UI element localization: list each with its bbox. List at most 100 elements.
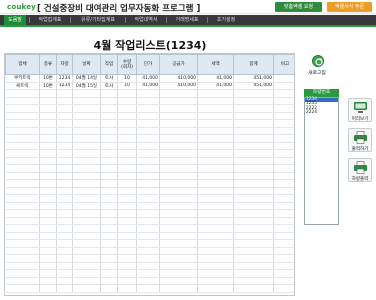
table-cell[interactable] <box>39 164 57 173</box>
table-cell[interactable] <box>136 149 160 158</box>
table-cell[interactable] <box>233 232 274 240</box>
table-cell[interactable] <box>56 134 73 143</box>
table-cell[interactable] <box>39 254 57 263</box>
table-cell[interactable] <box>72 127 101 135</box>
table-cell[interactable]: 41,000 <box>197 74 234 83</box>
table-cell[interactable] <box>100 254 118 263</box>
table-cell[interactable] <box>273 127 294 135</box>
table-cell[interactable] <box>117 149 137 158</box>
table-cell[interactable] <box>273 157 294 165</box>
table-cell[interactable] <box>159 202 198 210</box>
table-cell[interactable] <box>233 247 274 255</box>
table-cell[interactable]: 41,000 <box>136 82 160 90</box>
table-cell[interactable] <box>117 134 137 143</box>
table-cell[interactable] <box>136 179 160 188</box>
table-cell[interactable] <box>72 157 101 165</box>
table-cell[interactable] <box>159 194 198 203</box>
table-cell[interactable] <box>117 277 137 285</box>
table-cell[interactable]: 10톤 <box>39 82 57 90</box>
table-cell[interactable] <box>159 89 198 98</box>
table-cell[interactable] <box>233 269 274 278</box>
table-cell[interactable] <box>117 104 137 113</box>
table-cell[interactable] <box>273 112 294 120</box>
table-cell[interactable] <box>39 119 57 128</box>
table-cell[interactable] <box>72 284 101 293</box>
table-cell[interactable] <box>136 232 160 240</box>
table-cell[interactable] <box>5 97 40 105</box>
table-cell[interactable] <box>72 269 101 278</box>
table-cell[interactable] <box>100 112 118 120</box>
table-cell[interactable] <box>159 224 198 233</box>
table-cell[interactable] <box>233 262 274 270</box>
table-cell[interactable] <box>72 172 101 180</box>
table-cell[interactable] <box>56 172 73 180</box>
table-cell[interactable] <box>233 194 274 203</box>
table-cell[interactable] <box>273 269 294 278</box>
print-button[interactable]: 출력하기 <box>348 128 372 152</box>
table-cell[interactable] <box>72 142 101 150</box>
table-cell[interactable] <box>197 112 234 120</box>
table-cell[interactable] <box>197 217 234 225</box>
table-cell[interactable] <box>72 164 101 173</box>
table-cell[interactable] <box>72 277 101 285</box>
table-cell[interactable] <box>233 119 274 128</box>
table-cell[interactable] <box>5 179 40 188</box>
table-cell[interactable] <box>273 119 294 128</box>
table-cell[interactable] <box>5 157 40 165</box>
table-cell[interactable] <box>117 284 137 293</box>
table-cell[interactable] <box>159 284 198 293</box>
table-cell[interactable] <box>273 82 294 90</box>
table-cell[interactable] <box>273 239 294 248</box>
table-cell[interactable] <box>117 269 137 278</box>
table-cell[interactable] <box>197 187 234 195</box>
table-cell[interactable] <box>56 187 73 195</box>
table-cell[interactable] <box>72 89 101 98</box>
table-cell[interactable] <box>197 164 234 173</box>
table-cell[interactable] <box>273 142 294 150</box>
table-cell[interactable]: 410,000 <box>159 74 198 83</box>
table-cell[interactable]: 토사 <box>100 82 118 90</box>
table-cell[interactable] <box>5 142 40 150</box>
table-cell[interactable] <box>273 217 294 225</box>
table-cell[interactable]: 1234 <box>56 74 73 83</box>
table-cell[interactable] <box>273 209 294 218</box>
table-cell[interactable] <box>117 112 137 120</box>
table-cell[interactable] <box>117 224 137 233</box>
table-cell[interactable] <box>136 172 160 180</box>
table-cell[interactable] <box>233 89 274 98</box>
table-cell[interactable] <box>39 262 57 270</box>
table-cell[interactable] <box>159 262 198 270</box>
table-cell[interactable] <box>100 217 118 225</box>
table-cell[interactable] <box>56 142 73 150</box>
table-cell[interactable] <box>39 157 57 165</box>
table-cell[interactable] <box>233 209 274 218</box>
table-cell[interactable] <box>159 112 198 120</box>
table-cell[interactable] <box>56 97 73 105</box>
table-cell[interactable] <box>5 164 40 173</box>
excel-form-order-button[interactable]: 엑셀서식 주문 <box>327 2 372 12</box>
table-cell[interactable] <box>197 232 234 240</box>
table-cell[interactable] <box>233 187 274 195</box>
table-cell[interactable] <box>159 277 198 285</box>
table-cell[interactable] <box>72 224 101 233</box>
table-cell[interactable] <box>100 157 118 165</box>
table-cell[interactable] <box>72 119 101 128</box>
table-cell[interactable] <box>117 209 137 218</box>
table-cell[interactable] <box>5 112 40 120</box>
table-cell[interactable] <box>39 277 57 285</box>
table-cell[interactable] <box>197 97 234 105</box>
table-cell[interactable]: 10톤 <box>39 74 57 83</box>
table-cell[interactable] <box>136 277 160 285</box>
table-cell[interactable] <box>233 239 274 248</box>
table-cell[interactable] <box>39 134 57 143</box>
table-cell[interactable] <box>5 187 40 195</box>
table-cell[interactable] <box>197 284 234 293</box>
table-cell[interactable]: 451,000 <box>233 82 274 90</box>
table-cell[interactable] <box>100 209 118 218</box>
table-cell[interactable] <box>5 277 40 285</box>
table-cell[interactable] <box>197 149 234 158</box>
table-cell[interactable] <box>233 172 274 180</box>
table-cell[interactable] <box>117 89 137 98</box>
table-cell[interactable] <box>273 97 294 105</box>
table-cell[interactable] <box>197 194 234 203</box>
